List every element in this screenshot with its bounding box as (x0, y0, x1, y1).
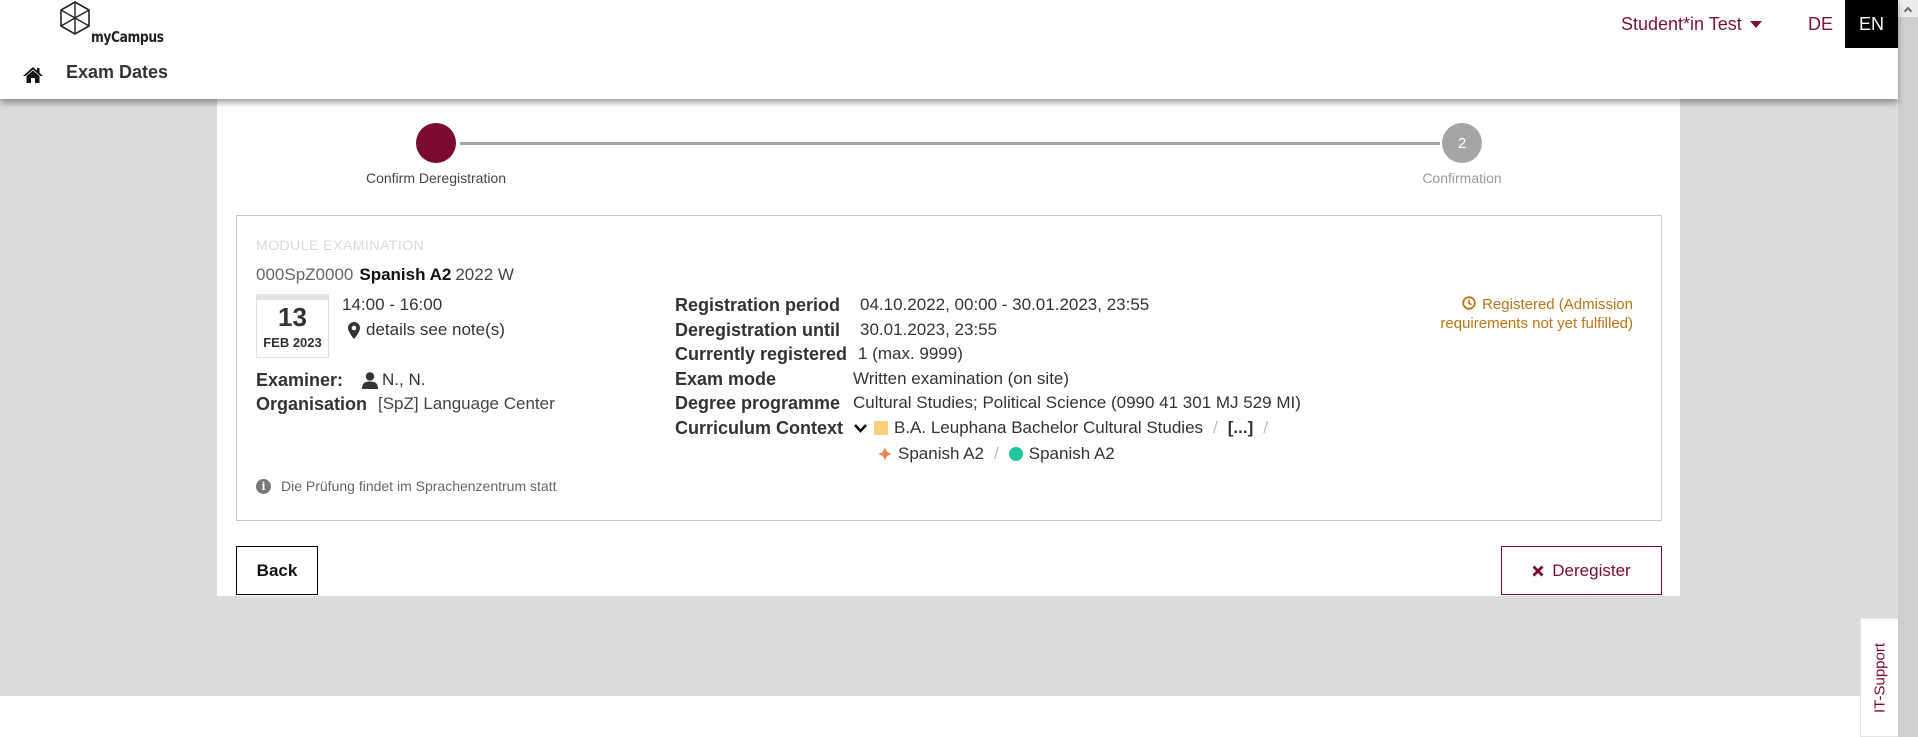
path-separator: / (1213, 418, 1218, 437)
examiner-label: Examiner: (256, 370, 344, 390)
square-icon (874, 421, 888, 435)
scroll-up-button[interactable] (1898, 0, 1918, 17)
user-icon (362, 371, 378, 389)
back-button-label: Back (256, 560, 298, 580)
info-icon: i (256, 478, 271, 494)
curriculum-item[interactable]: Spanish A2 (1029, 444, 1115, 464)
hexagon-cube-icon (60, 1, 90, 35)
exam-location: details see note(s) (348, 320, 505, 340)
date-day: 13 (278, 302, 307, 332)
exam-time: 14:00 - 16:00 (342, 295, 443, 314)
chevron-down-icon[interactable] (853, 422, 868, 434)
detail-label: Registration period (675, 295, 841, 315)
deregister-button[interactable]: Deregister (1501, 546, 1662, 595)
it-support-tab[interactable]: IT-Support (1860, 618, 1898, 737)
exam-card (236, 215, 1662, 521)
module-title: 000SpZ0000 Spanish A2 2022 W (256, 265, 514, 285)
step-2-circle: 2 (1442, 123, 1482, 163)
caret-down-icon (1749, 21, 1762, 28)
footer (0, 696, 1898, 737)
examiner-value: N., N. (362, 370, 425, 390)
date-month-year: FEB 2023 (263, 335, 322, 350)
section-tag: MODULE EXAMINATION (256, 237, 425, 253)
exam-note: i Die Prüfung findet im Sprachenzentrum … (256, 478, 556, 494)
module-name: Spanish A2 (359, 265, 452, 284)
map-marker-icon (348, 321, 360, 339)
language-en-button[interactable]: EN (1845, 0, 1898, 48)
location-text: details see note(s) (366, 320, 505, 339)
examiner-name: N., N. (382, 370, 426, 389)
chevron-up-icon (1903, 6, 1913, 15)
date-box: 13 FEB 2023 (256, 294, 329, 358)
it-support-label: IT-Support (1871, 642, 1888, 713)
module-code: 000SpZ0000 (256, 265, 354, 284)
curriculum-path-continued: Spanish A2 / Spanish A2 (878, 444, 1115, 464)
detail-label: Currently registered (675, 344, 848, 364)
user-menu[interactable]: Student*in Test (1621, 14, 1762, 35)
organisation-label: Organisation (256, 394, 368, 414)
step-1-label: Confirm Deregistration (365, 170, 507, 186)
language-de-button[interactable]: DE (1808, 14, 1833, 35)
circle-icon (1008, 447, 1023, 461)
curriculum-item[interactable]: Spanish A2 (898, 444, 984, 464)
logo-text: myCampus (91, 28, 164, 46)
curriculum-item[interactable]: B.A. Leuphana Bachelor Cultural Studies (894, 418, 1203, 438)
back-button[interactable]: Back (236, 546, 318, 595)
detail-value: 30.01.2023, 23:55 (860, 320, 998, 339)
step-2-label: Confirmation (1422, 170, 1502, 186)
registration-status: Registered (Admission requirements not y… (1410, 295, 1633, 333)
curriculum-ellipsis[interactable]: [...] (1228, 418, 1254, 438)
page-title: Exam Dates (66, 62, 169, 82)
detail-label: Curriculum Context (675, 418, 844, 438)
curriculum-path: B.A. Leuphana Bachelor Cultural Studies … (853, 418, 1272, 438)
detail-label: Deregistration until (675, 320, 841, 340)
step-2-number: 2 (1457, 134, 1467, 152)
diamond-star-icon (878, 447, 892, 461)
organisation-value: [SpZ] Language Center (378, 394, 555, 413)
detail-value: Written examination (on site) (853, 369, 1070, 388)
logo[interactable]: myCampus (58, 0, 168, 48)
note-text: Die Prüfung findet im Sprachenzentrum st… (281, 478, 557, 494)
user-menu-label: Student*in Test (1621, 14, 1742, 34)
header: myCampus Exam Dates Student*in Test DE E… (0, 0, 1898, 99)
detail-value: Cultural Studies; Political Science (099… (853, 393, 1301, 412)
semester: 2022 W (455, 265, 514, 284)
scrollbar[interactable] (1898, 0, 1918, 737)
deregister-button-label: Deregister (1552, 560, 1631, 580)
home-icon[interactable] (22, 66, 44, 84)
detail-label: Exam mode (675, 369, 777, 389)
path-separator: / (1263, 418, 1268, 437)
clock-icon (1462, 296, 1476, 310)
stepper-line (460, 142, 1440, 145)
path-separator: / (994, 444, 999, 463)
close-icon (1532, 565, 1544, 576)
detail-label: Degree programme (675, 393, 841, 413)
detail-value: 04.10.2022, 00:00 - 30.01.2023, 23:55 (860, 295, 1150, 314)
detail-value: 1 (max. 9999) (858, 344, 963, 363)
step-1-circle (416, 123, 456, 163)
